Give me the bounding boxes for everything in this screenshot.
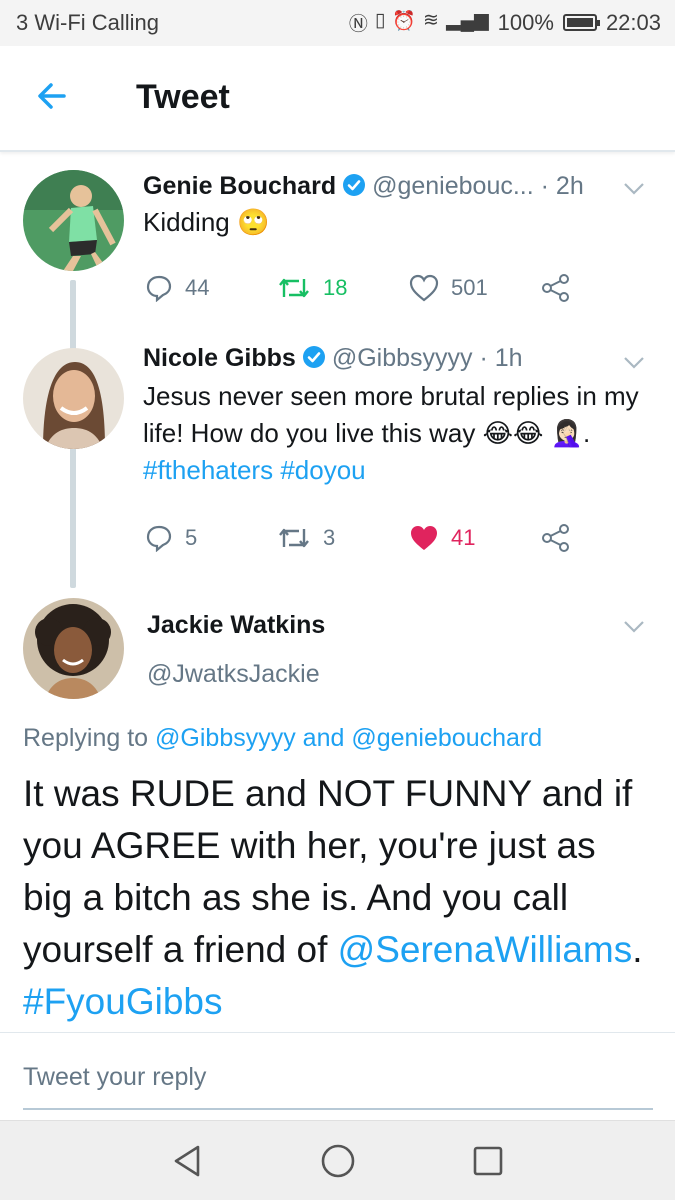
avatar[interactable] [23, 170, 124, 271]
reply-icon [146, 275, 172, 302]
tweet-nicole[interactable]: Nicole Gibbs @Gibbsyyyy · 1h Jesus never … [0, 330, 675, 590]
verified-badge-icon [302, 346, 325, 368]
username[interactable]: @JwatksJackie [147, 660, 320, 689]
chevron-down-icon[interactable] [623, 356, 645, 370]
tweet-text: Jesus never seen more brutal replies in … [143, 381, 639, 485]
tweet-text: It was RUDE and NOT FUNNY and if you AGR… [23, 773, 643, 1022]
reply-icon [146, 525, 172, 552]
tweet-text: Kidding 🙄 [143, 207, 270, 237]
battery-percent: 100% [497, 9, 554, 35]
username[interactable]: @Gibbsyyyy [332, 344, 473, 372]
avatar[interactable] [23, 348, 124, 449]
heart-icon [409, 274, 439, 302]
reply-input[interactable]: Tweet your reply [23, 1063, 206, 1092]
hashtag-link[interactable]: #doyou [280, 455, 365, 485]
reply-button[interactable]: 5 [145, 524, 277, 552]
replying-to: Replying to @Gibbsyyyy and @geniebouchar… [23, 724, 543, 752]
clock: 22:03 [605, 9, 661, 35]
reply-input-underline [23, 1108, 653, 1110]
share-icon[interactable] [541, 274, 571, 302]
recents-icon[interactable] [468, 1141, 508, 1181]
mention-link[interactable]: @Gibbsyyyy [155, 724, 296, 752]
signal-icon: ▂▄▆ [445, 10, 489, 31]
mention-link[interactable]: @geniebouchard [351, 724, 542, 752]
hashtag-link[interactable]: #fthehaters [143, 455, 273, 485]
back-icon[interactable] [168, 1141, 208, 1181]
retweet-icon [279, 528, 309, 548]
tweet-header: Nicole Gibbs @Gibbsyyyy · 1h [143, 344, 523, 373]
like-count: 501 [451, 275, 488, 300]
tweet-genie[interactable]: Genie Bouchard @geniebouc... · 2h Kidding… [0, 152, 675, 480]
reply-count: 44 [185, 275, 210, 300]
retweet-icon [279, 278, 309, 298]
mention-link[interactable]: @SerenaWilliams [338, 929, 633, 970]
divider [0, 1032, 675, 1033]
tweet-actions: 44 18 501 [145, 274, 571, 302]
reply-button[interactable]: 44 [145, 274, 277, 302]
share-icon[interactable] [541, 524, 571, 552]
verified-badge-icon [343, 174, 366, 196]
carrier-label: 3 Wi-Fi Calling [16, 10, 160, 35]
like-button[interactable]: 501 [409, 274, 541, 302]
nfc-icon: Ⓝ [348, 14, 368, 35]
emoji: 🤦🏻‍♀️ [550, 418, 583, 448]
system-nav-bar [0, 1120, 675, 1200]
home-icon[interactable] [318, 1141, 358, 1181]
emoji: 🙄 [236, 207, 270, 237]
hashtag-link[interactable]: #FyouGibbs [23, 981, 223, 1022]
tweet-actions: 5 3 41 [145, 524, 571, 552]
page-title: Tweet [136, 78, 230, 116]
thread-line [70, 458, 76, 588]
retweet-count: 18 [323, 275, 348, 300]
timestamp: · 1h [479, 344, 523, 372]
username[interactable]: @geniebouc... [372, 172, 534, 200]
chevron-down-icon[interactable] [623, 182, 645, 196]
like-count: 41 [451, 525, 476, 550]
chevron-down-icon[interactable] [623, 620, 645, 634]
alarm-icon: ⏰ [392, 11, 417, 32]
retweet-button[interactable]: 3 [277, 525, 409, 551]
retweet-button[interactable]: 18 [277, 275, 409, 301]
app-bar: Tweet [0, 46, 675, 152]
display-name[interactable]: Jackie Watkins [147, 611, 325, 640]
status-bar: 3 Wi-Fi Calling Ⓝ ▯ ⏰ ≋ ▂▄▆ 100% 22:03 [0, 0, 675, 46]
avatar[interactable] [23, 598, 124, 699]
retweet-count: 3 [323, 525, 336, 550]
heart-icon [411, 526, 437, 550]
wifi-icon: ≋ [423, 10, 439, 31]
back-arrow-icon[interactable] [34, 78, 70, 114]
battery-icon [562, 14, 600, 31]
vibrate-icon: ▯ [374, 10, 386, 31]
timestamp: · 2h [540, 172, 584, 200]
display-name[interactable]: Genie Bouchard [143, 172, 336, 200]
like-button[interactable]: 41 [409, 524, 541, 552]
display-name[interactable]: Nicole Gibbs [143, 344, 296, 372]
tweet-header: Genie Bouchard @geniebouc... · 2h [143, 172, 584, 201]
reply-count: 5 [185, 525, 198, 550]
